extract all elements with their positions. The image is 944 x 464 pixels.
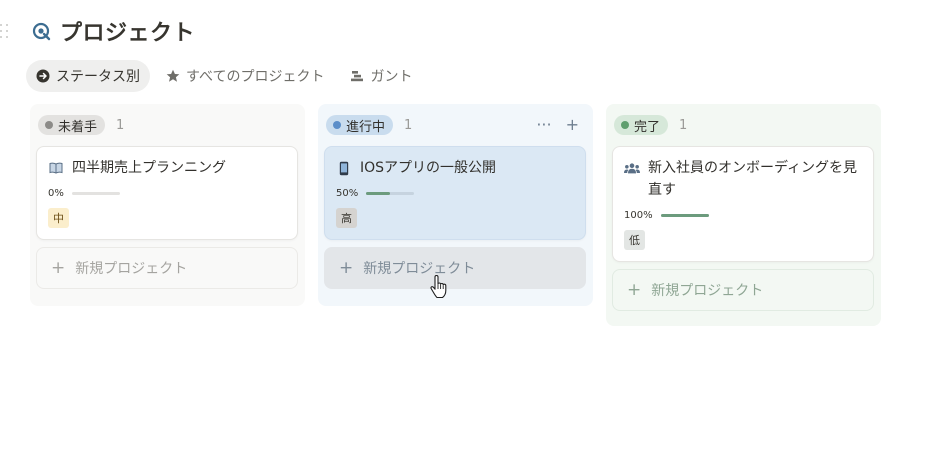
progress: 100% bbox=[624, 210, 862, 221]
column-count: 1 bbox=[404, 117, 413, 133]
board-column-in-progress: 進行中 1 ··· + IOSアプリの一般公開 50% 高 + 新規プロジェクト bbox=[318, 104, 593, 306]
new-project-label: 新規プロジェクト bbox=[75, 261, 188, 277]
gantt-icon bbox=[351, 71, 364, 82]
card-title: 四半期売上プランニング bbox=[48, 157, 286, 179]
progress-bar bbox=[366, 192, 415, 195]
priority-badge: 低 bbox=[624, 230, 645, 250]
column-count: 1 bbox=[679, 117, 688, 133]
project-target-icon bbox=[32, 22, 51, 41]
status-dot bbox=[45, 121, 53, 129]
tab-gantt-label: ガント bbox=[370, 69, 413, 85]
new-project-button[interactable]: + 新規プロジェクト bbox=[36, 247, 298, 289]
status-dot bbox=[333, 121, 341, 129]
progress-label: 100% bbox=[624, 210, 653, 221]
progress-label: 0% bbox=[48, 188, 64, 199]
project-card[interactable]: 新入社員のオンボーディングを見直す 100% 低 bbox=[612, 146, 874, 262]
column-count: 1 bbox=[116, 117, 125, 133]
column-header: 進行中 1 ··· + bbox=[324, 114, 587, 136]
card-title-text: 新入社員のオンボーディングを見直す bbox=[648, 160, 858, 198]
column-header: 未着手 1 bbox=[36, 114, 299, 136]
progress-bar-fill bbox=[366, 192, 391, 195]
card-title-text: 四半期売上プランニング bbox=[72, 160, 226, 176]
progress-bar bbox=[71, 192, 120, 195]
progress-bar-fill bbox=[660, 214, 709, 217]
people-icon bbox=[624, 157, 640, 179]
priority-badge: 中 bbox=[48, 208, 69, 228]
column-actions: ··· + bbox=[536, 117, 585, 133]
card-title: IOSアプリの一般公開 bbox=[336, 157, 574, 179]
progress: 0% bbox=[48, 188, 286, 199]
drag-handle-icon[interactable] bbox=[0, 24, 10, 40]
project-card[interactable]: 四半期売上プランニング 0% 中 bbox=[36, 146, 298, 240]
view-tabs: ステータス別 すべてのプロジェクト ガント bbox=[26, 60, 422, 92]
status-label: 進行中 bbox=[346, 119, 386, 135]
add-card-icon[interactable]: + bbox=[566, 117, 579, 133]
tab-all-projects[interactable]: すべてのプロジェクト bbox=[156, 60, 334, 92]
plus-icon: + bbox=[51, 257, 66, 278]
card-title: 新入社員のオンボーディングを見直す bbox=[624, 157, 862, 201]
phone-icon bbox=[336, 157, 352, 179]
new-project-button[interactable]: + 新規プロジェクト bbox=[612, 269, 874, 311]
star-icon bbox=[166, 69, 180, 82]
arrow-circle-icon bbox=[36, 69, 50, 83]
board-column-done: 完了 1 新入社員のオンボーディングを見直す 100% 低 + 新規プロジェクト bbox=[606, 104, 881, 326]
column-header: 完了 1 bbox=[612, 114, 875, 136]
new-project-button[interactable]: + 新規プロジェクト bbox=[324, 247, 586, 289]
progress-label: 50% bbox=[336, 188, 359, 199]
project-card[interactable]: IOSアプリの一般公開 50% 高 bbox=[324, 146, 586, 240]
progress-bar bbox=[660, 214, 709, 217]
new-project-label: 新規プロジェクト bbox=[651, 283, 764, 299]
status-badge: 進行中 bbox=[326, 115, 394, 135]
progress: 50% bbox=[336, 188, 574, 199]
card-title-text: IOSアプリの一般公開 bbox=[360, 160, 497, 176]
plus-icon: + bbox=[627, 279, 642, 300]
priority-badge: 高 bbox=[336, 208, 357, 228]
tab-all-projects-label: すべてのプロジェクト bbox=[186, 69, 325, 85]
book-icon bbox=[48, 157, 64, 179]
board-column-todo: 未着手 1 四半期売上プランニング 0% 中 + 新規プロジェクト bbox=[30, 104, 305, 306]
status-label: 完了 bbox=[634, 119, 661, 135]
more-options-icon[interactable]: ··· bbox=[536, 117, 551, 133]
page-title: プロジェクト bbox=[60, 21, 196, 46]
status-label: 未着手 bbox=[58, 119, 98, 135]
status-badge: 完了 bbox=[614, 115, 669, 135]
page-header: プロジェクト bbox=[32, 16, 195, 46]
tab-gantt[interactable]: ガント bbox=[340, 60, 422, 92]
new-project-label: 新規プロジェクト bbox=[363, 261, 476, 277]
status-badge: 未着手 bbox=[38, 115, 106, 135]
tab-status[interactable]: ステータス別 bbox=[26, 60, 150, 92]
plus-icon: + bbox=[339, 257, 354, 278]
status-dot bbox=[621, 121, 629, 129]
hand-pointer-cursor-icon bbox=[430, 275, 447, 299]
tab-status-label: ステータス別 bbox=[56, 69, 140, 85]
